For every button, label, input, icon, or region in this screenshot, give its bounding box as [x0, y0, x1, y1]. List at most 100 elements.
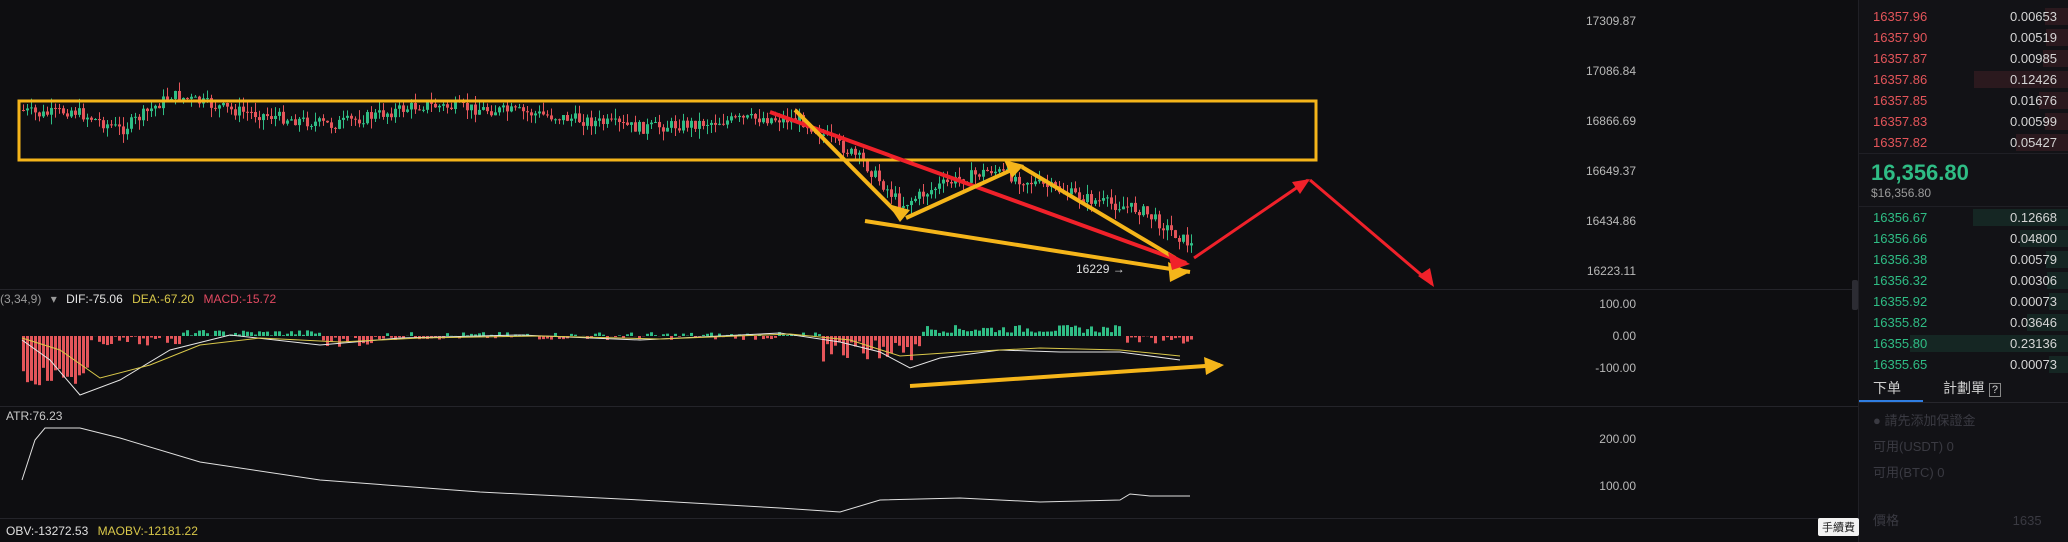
tab-underline	[1859, 400, 1923, 402]
macd-bar	[130, 336, 133, 338]
candle-body	[226, 102, 229, 107]
candle-body	[870, 171, 873, 177]
bid-row[interactable]: 16355.80 0.23136	[1859, 333, 2068, 354]
margin-hint[interactable]: ● 請先添加保證金	[1873, 408, 2063, 434]
bid-row[interactable]: 16356.32 0.00306	[1859, 270, 2068, 291]
macd-bar	[1138, 336, 1141, 343]
candle-body	[1030, 182, 1033, 185]
candle-body	[734, 116, 737, 118]
candle-body	[850, 148, 853, 154]
candle-body	[1014, 176, 1017, 182]
tab-order[interactable]: 下单	[1873, 378, 1901, 398]
macd-bar	[554, 332, 557, 336]
bid-row[interactable]: 16356.66 0.04800	[1859, 228, 2068, 249]
macd-bar	[990, 327, 993, 336]
ask-row[interactable]: 16357.96 0.00653	[1859, 6, 2068, 27]
candle-body	[922, 191, 925, 197]
info-icon[interactable]: ?	[1988, 383, 2002, 397]
macd-bar	[1090, 326, 1093, 336]
bid-row[interactable]: 16356.38 0.00579	[1859, 249, 2068, 270]
candle-body	[134, 116, 137, 118]
macd-bar	[1150, 336, 1153, 338]
ask-qty: 0.12426	[2010, 72, 2057, 87]
candle-body	[690, 120, 693, 128]
candle-body	[482, 107, 485, 110]
candle-body	[394, 108, 397, 118]
candle-body	[542, 111, 545, 115]
macd-bar	[1058, 325, 1061, 336]
tab-plan[interactable]: 計劃單 ?	[1943, 378, 2002, 398]
ask-row[interactable]: 16357.90 0.00519	[1859, 27, 2068, 48]
candle-body	[714, 122, 717, 125]
candle-body	[970, 170, 973, 183]
macd-bar	[98, 336, 101, 342]
macd-bar	[914, 336, 917, 345]
ask-price: 16357.87	[1873, 51, 1928, 66]
macd-bar	[1190, 336, 1193, 340]
candle-body	[574, 113, 577, 119]
candle-body	[742, 115, 745, 118]
candle-body	[938, 183, 941, 189]
macd-bar	[282, 335, 285, 336]
ask-row[interactable]: 16357.86 0.12426	[1859, 69, 2068, 90]
bid-row[interactable]: 16355.92 0.00073	[1859, 291, 2068, 312]
macd-bar	[958, 328, 961, 336]
macd-bar	[1054, 330, 1057, 336]
candle-body	[706, 124, 709, 126]
macd-bar	[918, 336, 921, 347]
bid-row[interactable]: 16355.82 0.03646	[1859, 312, 2068, 333]
macd-legend: (3,34,9) ▾ DIF:-75.06 DEA:-67.20 MACD:-1…	[0, 292, 282, 306]
candle-body	[578, 113, 581, 123]
trading-app: 17309.87 17086.84 16866.69 16649.37 1643…	[0, 0, 2068, 542]
macd-bar	[894, 336, 897, 343]
candle-body	[530, 112, 533, 116]
candle-body	[290, 119, 293, 121]
candle-body	[106, 124, 109, 129]
ask-row[interactable]: 16357.85 0.01676	[1859, 90, 2068, 111]
candle-body	[1106, 197, 1109, 199]
candle-body	[594, 120, 597, 127]
macd-bar	[754, 336, 757, 340]
chart-area[interactable]: 17309.87 17086.84 16866.69 16649.37 1643…	[0, 0, 1858, 542]
macd-bar	[978, 330, 981, 336]
candle-body	[510, 106, 513, 112]
macd-bar	[398, 336, 401, 338]
ask-row[interactable]: 16357.83 0.00599	[1859, 111, 2068, 132]
ask-qty: 0.00599	[2010, 114, 2057, 129]
candle-body	[438, 105, 441, 108]
atr-axis-label: 200.00	[1599, 432, 1636, 446]
macd-bar	[106, 336, 109, 346]
candle-body	[374, 112, 377, 119]
candle-body	[994, 171, 997, 174]
macd-bar	[262, 332, 265, 336]
bid-qty: 0.00073	[2010, 294, 2057, 309]
macd-dea: DEA:-67.20	[132, 292, 195, 306]
macd-bar	[386, 333, 389, 336]
candle-body	[442, 104, 445, 106]
candle-body	[470, 104, 473, 111]
macd-bar	[782, 334, 785, 336]
ask-row[interactable]: 16357.82 0.05427	[1859, 132, 2068, 153]
candle-body	[338, 119, 341, 129]
candle-body	[242, 106, 245, 112]
bid-row[interactable]: 16356.67 0.12668	[1859, 207, 2068, 228]
mid-price-block: 16,356.80 $16,356.80	[1859, 153, 2068, 207]
dot-icon: ●	[1873, 413, 1881, 428]
macd-bar	[150, 336, 153, 338]
macd-bar	[286, 333, 289, 336]
atr-layer	[21, 427, 1190, 513]
candle-body	[754, 113, 757, 119]
price-row[interactable]: 價格 1635	[1873, 508, 2063, 534]
ask-row[interactable]: 16357.87 0.00985	[1859, 48, 2068, 69]
bid-price: 16356.32	[1873, 273, 1928, 288]
order-book: 16357.96 0.00653 16357.90 0.00519 16357.87 0.…	[1858, 0, 2068, 542]
candle-body	[942, 179, 945, 184]
macd-bar	[882, 336, 885, 347]
candle-body	[1146, 206, 1149, 215]
candle-body	[918, 191, 921, 199]
candle-body	[130, 117, 133, 129]
candle-body	[282, 111, 285, 124]
dropdown-icon[interactable]: ▾	[51, 292, 57, 306]
candle-body	[890, 189, 893, 197]
candle-body	[658, 121, 661, 128]
